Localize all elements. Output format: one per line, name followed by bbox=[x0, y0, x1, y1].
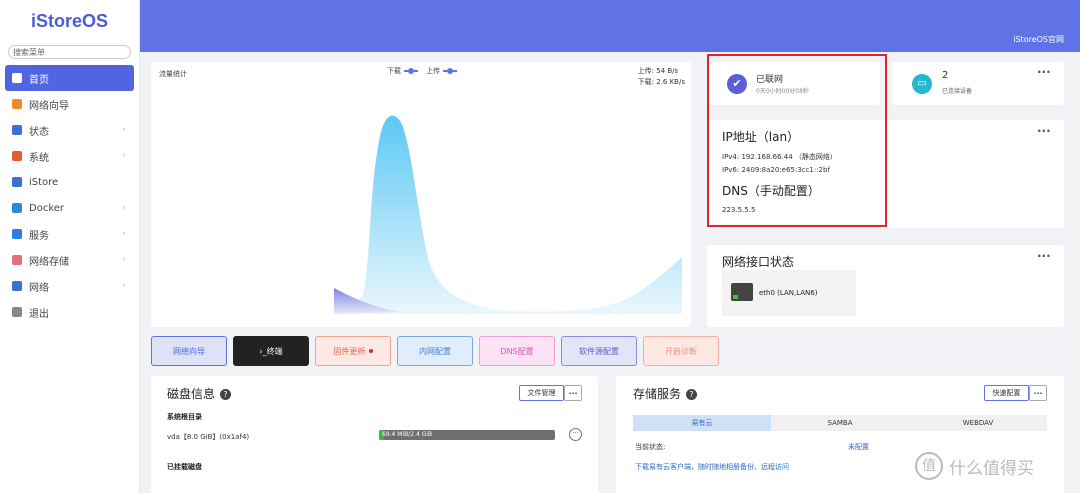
storage-tabs: 易有云 SAMBA WEBDAV bbox=[633, 415, 1047, 431]
sidebar-item-2[interactable]: 状态 › bbox=[5, 117, 134, 143]
quick-button-label: 开启诊断 bbox=[665, 346, 697, 356]
sidebar-item-5[interactable]: Docker › bbox=[5, 195, 134, 221]
disk-more-button[interactable]: ··· bbox=[564, 385, 582, 401]
watermark: 值 什么值得买 bbox=[915, 452, 1034, 480]
ip-more-icon[interactable]: ··· bbox=[1037, 124, 1051, 138]
storage-tab-2[interactable]: WEBDAV bbox=[909, 415, 1047, 431]
traffic-chart-card: 流量统计 下载 上传 上传: 54 B/s 下载: 2.6 KB/s bbox=[151, 62, 691, 327]
client-download-link[interactable]: 下载易有云客户端，随时随地相册备份、远程访问 bbox=[635, 462, 789, 472]
chevron-right-icon: › bbox=[122, 229, 126, 239]
quick-button-label: 固件更新 bbox=[333, 346, 366, 356]
disk-usage-text: 69.4 MiB/2.4 GiB bbox=[382, 431, 433, 438]
quick-button-1[interactable]: ›_终端 bbox=[233, 336, 309, 366]
quick-button-4[interactable]: DNS配置 bbox=[479, 336, 555, 366]
interface-item[interactable]: eth0 (LAN,LAN6) bbox=[722, 270, 856, 316]
traffic-chart-area bbox=[334, 115, 682, 314]
sidebar-item-4[interactable]: iStore bbox=[5, 169, 134, 195]
storage-tab-0[interactable]: 易有云 bbox=[633, 415, 771, 431]
quick-button-0[interactable]: 网络向导 bbox=[151, 336, 227, 366]
current-state-label: 当前状态: bbox=[635, 443, 666, 451]
sidebar-item-6[interactable]: 服务 › bbox=[5, 221, 134, 247]
wizard-icon bbox=[12, 99, 22, 109]
quick-button-2[interactable]: 固件更新 bbox=[315, 336, 391, 366]
disk-card: 磁盘信息? 文件管理 ··· 系统根目录 vda【8.0 GiB】(0x1af4… bbox=[151, 376, 598, 493]
quick-button-5[interactable]: 软件源配置 bbox=[561, 336, 637, 366]
network-icon bbox=[12, 281, 22, 291]
interface-title: 网络接口状态 bbox=[722, 255, 795, 269]
watermark-badge: 值 bbox=[915, 452, 943, 480]
sidebar-item-1[interactable]: 网络向导 bbox=[5, 91, 134, 117]
disk-title-label: 磁盘信息 bbox=[167, 387, 216, 401]
logout-icon bbox=[12, 307, 22, 317]
sidebar-item-label: 首页 bbox=[29, 74, 49, 86]
sidebar-item-label: 状态 bbox=[29, 126, 49, 138]
interface-name: eth0 (LAN,LAN6) bbox=[759, 289, 818, 297]
search-input[interactable]: 搜索菜单 bbox=[8, 45, 131, 59]
interface-more-icon[interactable]: ··· bbox=[1037, 249, 1051, 263]
sidebar-item-label: 网络 bbox=[29, 282, 49, 294]
storage-title-label: 存储服务 bbox=[633, 387, 682, 401]
highlight-box bbox=[707, 54, 887, 227]
download-area bbox=[334, 115, 682, 314]
monitor-icon: ▭ bbox=[912, 74, 932, 94]
device-count: 2 bbox=[942, 70, 949, 81]
quick-config-button[interactable]: 快速配置 bbox=[984, 385, 1029, 401]
service-icon bbox=[12, 229, 22, 239]
quick-button-label: 网络向导 bbox=[173, 346, 205, 356]
devices-card: ▭ 2 已连接设备 ··· bbox=[892, 62, 1064, 105]
quick-button-label: ›_终端 bbox=[259, 346, 283, 356]
chevron-right-icon: › bbox=[122, 255, 126, 265]
sidebar-item-label: 退出 bbox=[29, 308, 49, 320]
official-site-link[interactable]: iStoreOS官网 bbox=[1013, 34, 1064, 45]
help-icon[interactable]: ? bbox=[220, 389, 232, 400]
status-icon bbox=[12, 125, 22, 135]
devices-more-icon[interactable]: ··· bbox=[1037, 65, 1051, 79]
quick-button-label: 内网配置 bbox=[419, 346, 451, 356]
sidebar-item-label: 网络存储 bbox=[29, 256, 69, 268]
sidebar-item-8[interactable]: 网络 › bbox=[5, 273, 134, 299]
nas-icon bbox=[12, 255, 22, 265]
storage-more-button[interactable]: ··· bbox=[1029, 385, 1047, 401]
disk-title: 磁盘信息? bbox=[167, 385, 232, 402]
store-icon bbox=[12, 177, 22, 187]
vda-label: vda【8.0 GiB】(0x1af4) bbox=[167, 433, 250, 441]
app-logo[interactable]: iStoreOS bbox=[0, 0, 139, 42]
interface-card: 网络接口状态 eth0 (LAN,LAN6) ··· bbox=[707, 245, 1064, 327]
sidebar-item-3[interactable]: 系统 › bbox=[5, 143, 134, 169]
mounted-label: 已挂载磁盘 bbox=[167, 463, 202, 471]
docker-icon bbox=[12, 203, 22, 213]
sidebar-item-7[interactable]: 网络存储 › bbox=[5, 247, 134, 273]
quick-button-label: DNS配置 bbox=[500, 346, 534, 356]
help-icon[interactable]: ? bbox=[686, 389, 698, 400]
sidebar-item-label: 系统 bbox=[29, 152, 49, 164]
root-label: 系统根目录 bbox=[167, 413, 202, 421]
quick-button-6[interactable]: 开启诊断 bbox=[643, 336, 719, 366]
storage-tab-1[interactable]: SAMBA bbox=[771, 415, 909, 431]
ethernet-port-icon bbox=[731, 283, 753, 301]
current-state-value[interactable]: 未配置 bbox=[848, 442, 869, 452]
top-header: iStoreOS官网 bbox=[140, 0, 1080, 52]
sidebar: iStoreOS 搜索菜单 首页 网络向导 状态 › 系统 › iStore Docker › 服… bbox=[0, 0, 140, 493]
sidebar-item-label: Docker bbox=[29, 202, 65, 214]
chevron-right-icon: › bbox=[122, 151, 126, 161]
notification-dot-icon bbox=[368, 349, 373, 353]
sidebar-item-label: 服务 bbox=[29, 230, 49, 242]
chevron-right-icon: › bbox=[122, 281, 126, 291]
quick-button-label: 软件源配置 bbox=[579, 346, 619, 356]
watermark-text: 什么值得买 bbox=[949, 458, 1034, 479]
sidebar-item-label: 网络向导 bbox=[29, 100, 69, 112]
home-icon bbox=[12, 73, 22, 83]
chevron-right-icon: › bbox=[122, 203, 126, 213]
file-manage-button[interactable]: 文件管理 bbox=[519, 385, 564, 401]
disk-usage-bar: 69.4 MiB/2.4 GiB bbox=[379, 430, 555, 440]
sidebar-item-9[interactable]: 退出 bbox=[5, 299, 134, 325]
storage-title: 存储服务? bbox=[633, 385, 698, 402]
sidebar-item-label: iStore bbox=[29, 176, 59, 188]
system-icon bbox=[12, 151, 22, 161]
device-label: 已连接设备 bbox=[942, 88, 973, 95]
chevron-right-icon: › bbox=[122, 125, 126, 135]
quick-button-3[interactable]: 内网配置 bbox=[397, 336, 473, 366]
sidebar-item-0[interactable]: 首页 bbox=[5, 65, 134, 91]
disk-options-icon[interactable]: ··· bbox=[569, 428, 582, 441]
